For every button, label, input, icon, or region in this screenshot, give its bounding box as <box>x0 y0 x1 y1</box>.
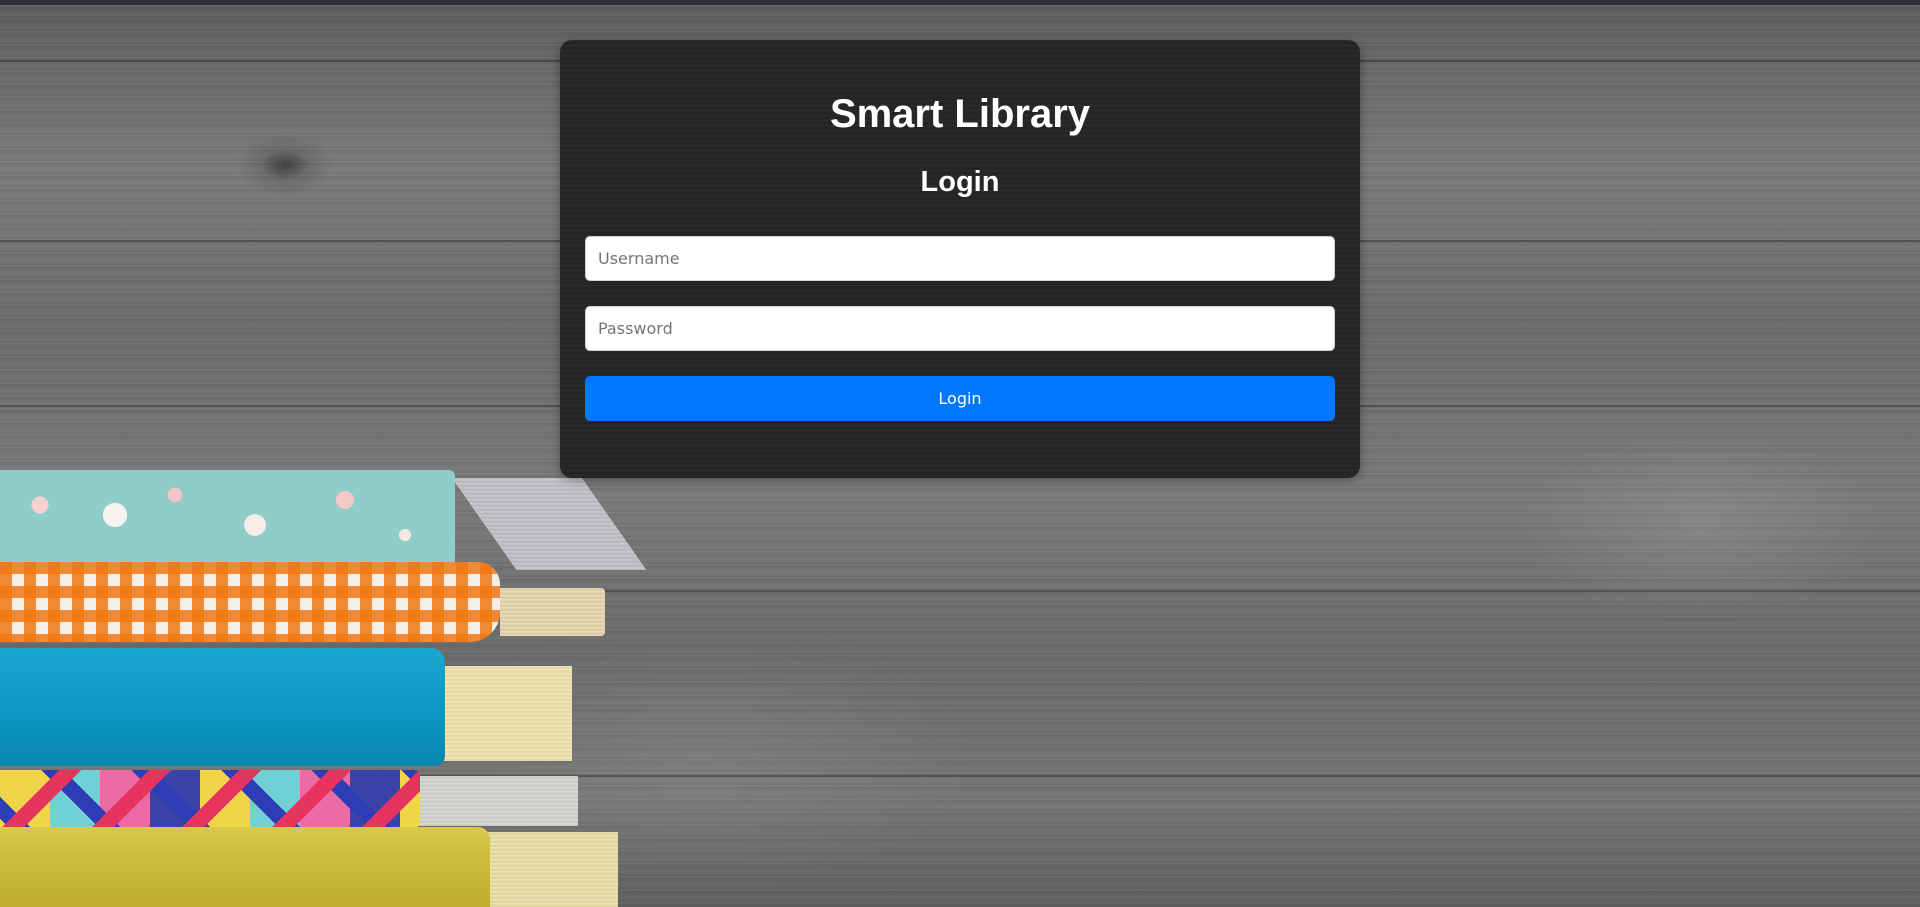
app-title: Smart Library <box>829 92 1091 136</box>
book-pages <box>500 588 605 636</box>
books-stack-image <box>0 470 647 907</box>
username-input[interactable] <box>585 236 1335 281</box>
book-floral-cover <box>0 470 455 562</box>
book-yellow-cover <box>0 827 490 907</box>
book-gingham-cover <box>0 562 500 642</box>
book-pages <box>442 666 572 761</box>
book-pages <box>452 478 647 570</box>
book-pages <box>418 776 578 826</box>
login-panel: Smart Library Login Login <box>560 40 1360 478</box>
login-button[interactable]: Login <box>585 376 1335 421</box>
book-pages <box>488 832 618 907</box>
password-input[interactable] <box>585 306 1335 351</box>
login-heading: Login <box>920 166 1000 198</box>
book-geometric-cover <box>0 770 420 828</box>
book-blue-cover <box>0 648 445 766</box>
